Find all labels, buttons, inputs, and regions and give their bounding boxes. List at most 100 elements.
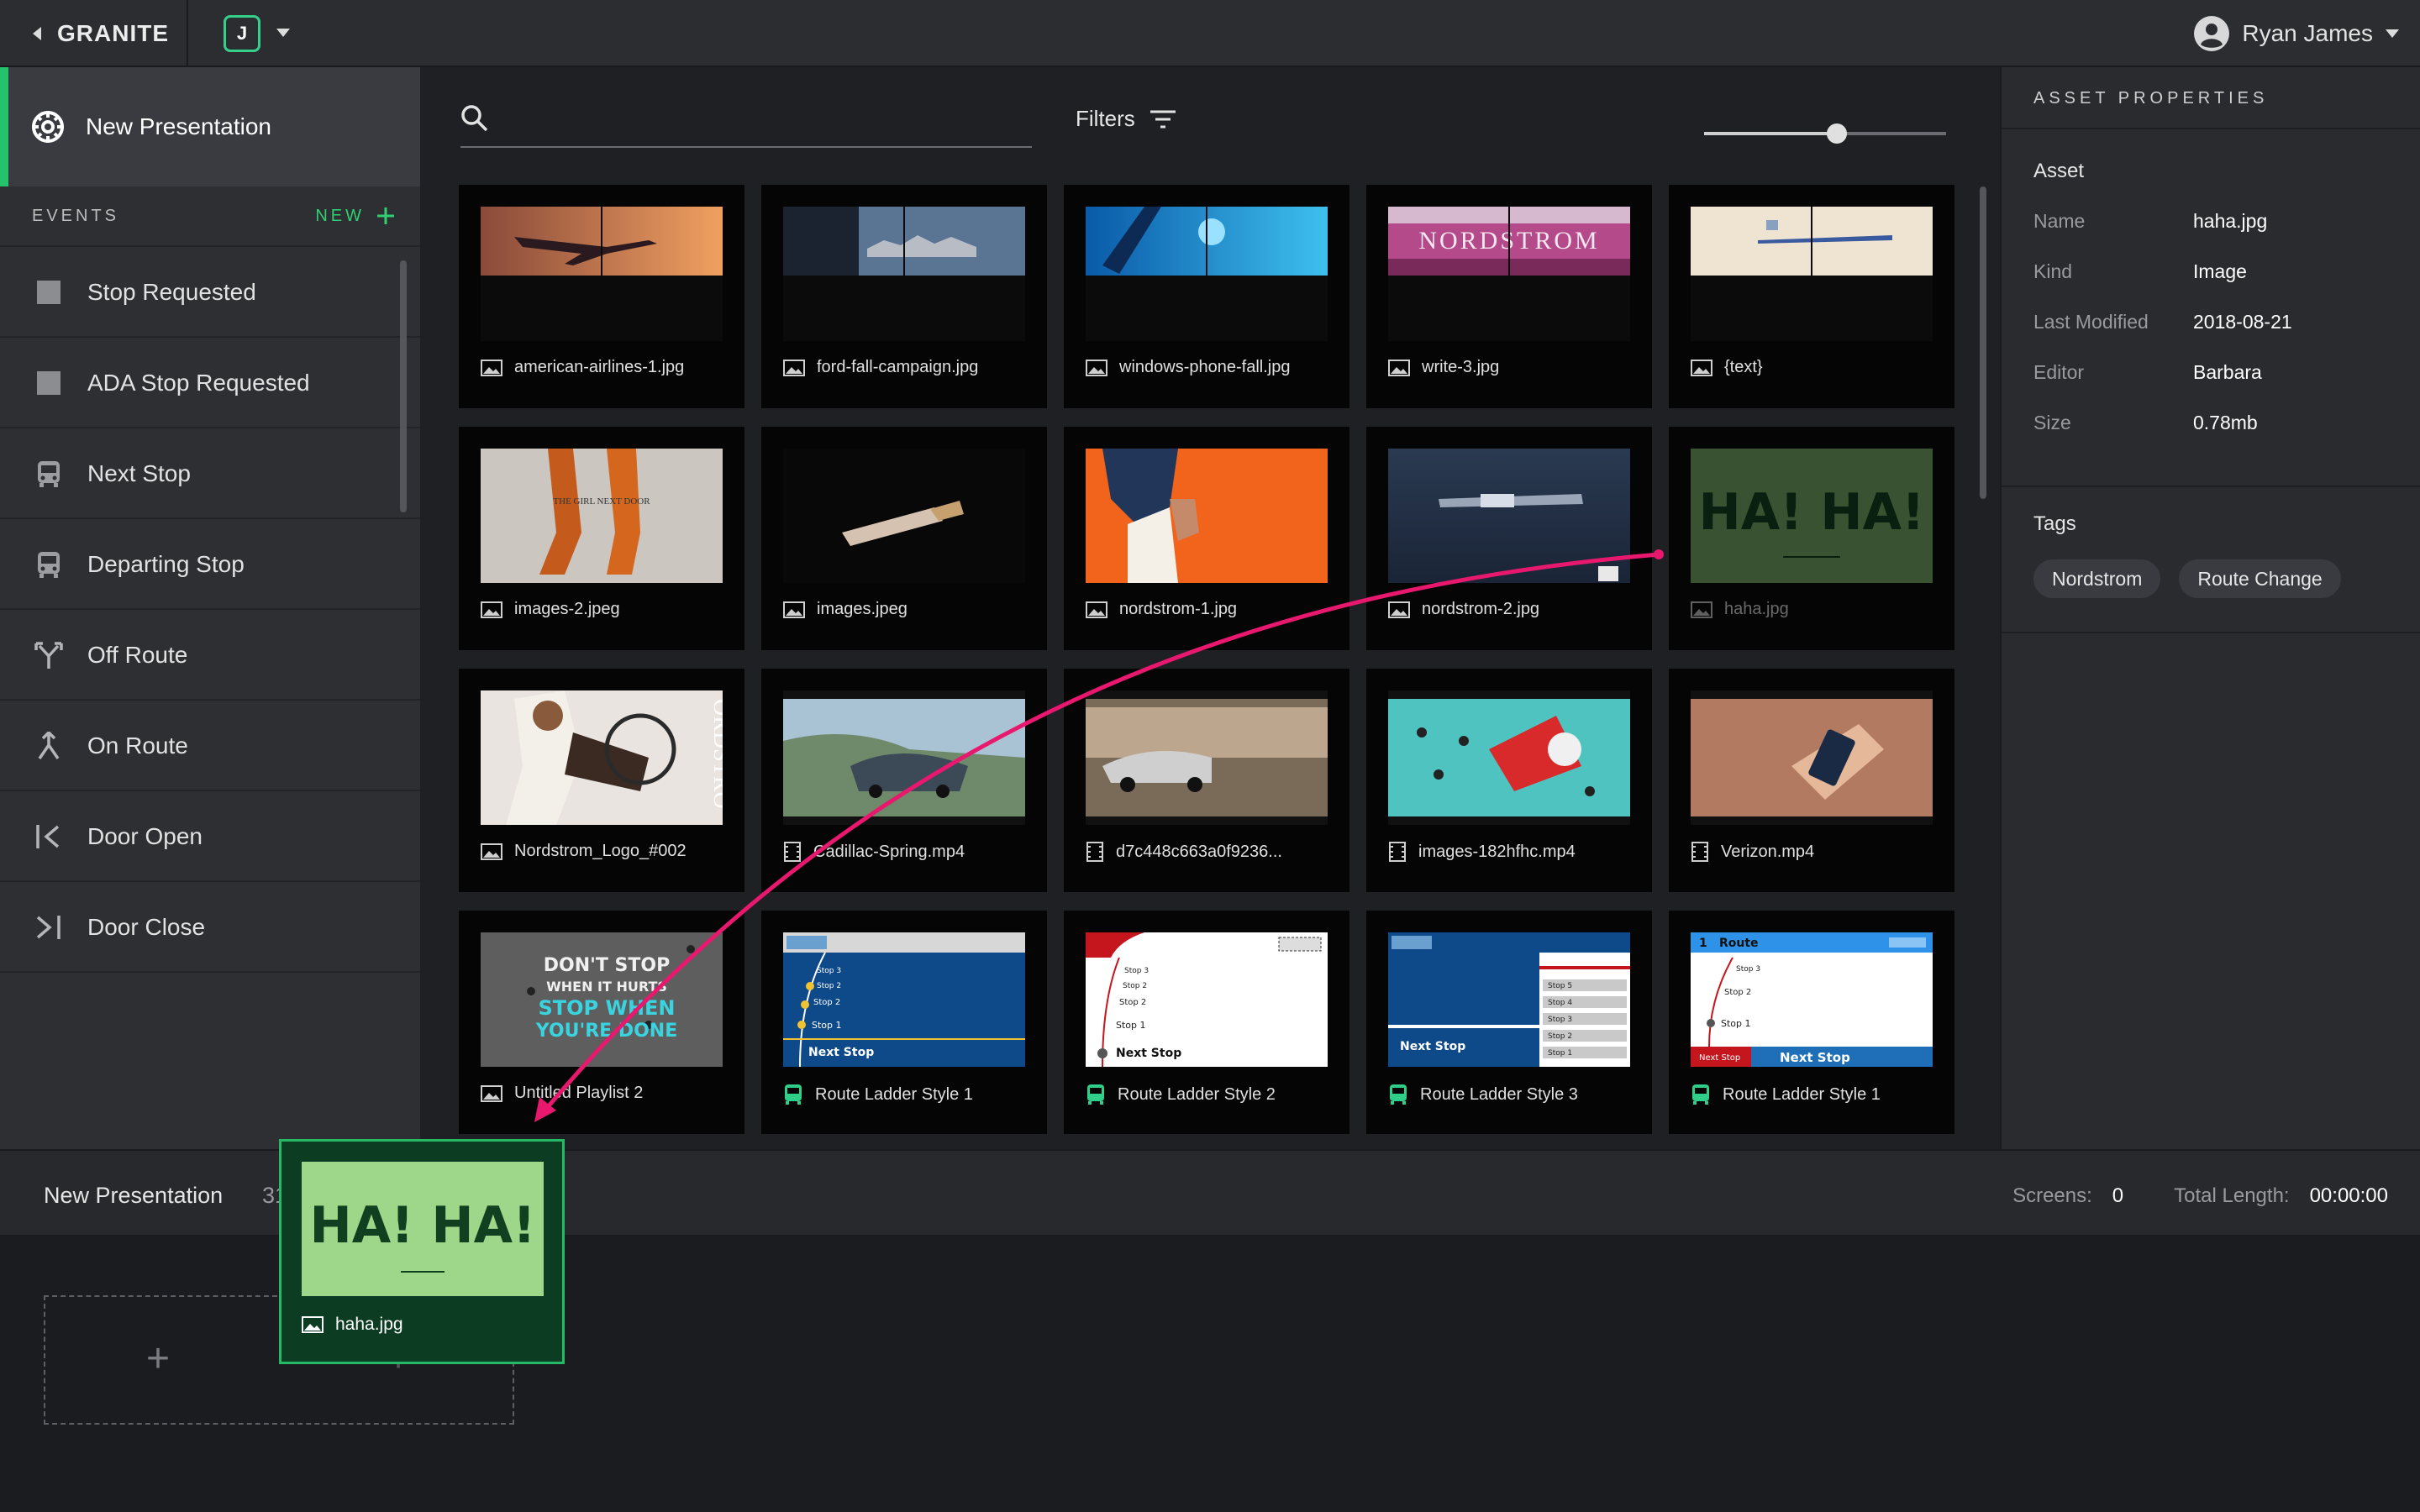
divider: [2002, 486, 2420, 487]
new-event-button[interactable]: NEW: [315, 207, 395, 226]
back-button[interactable]: [20, 17, 54, 50]
bus-icon: [785, 1084, 802, 1105]
workspace-dropdown[interactable]: [276, 27, 291, 42]
square-stop-icon: [34, 277, 64, 307]
sidebar-item-stop-requested[interactable]: Stop Requested: [0, 249, 420, 338]
tags-list: Nordstrom Route Change: [2033, 559, 2341, 598]
merge-on-route-icon: [34, 731, 64, 761]
image-icon: [1691, 601, 1712, 618]
image-icon: [481, 843, 502, 860]
panel-title: ASSET PROPERTIES: [2033, 89, 2269, 108]
asset-grid-scrollbar[interactable]: [1980, 186, 1986, 499]
svg-text:Stop 3: Stop 3: [817, 967, 841, 975]
asset-tile[interactable]: ORDSTRO Nordstrom_Logo_#002: [459, 669, 744, 892]
asset-tile[interactable]: d7c448c663a0f9236...: [1064, 669, 1349, 892]
event-label: Door Open: [87, 823, 203, 849]
asset-tile[interactable]: nordstrom-2.jpg: [1366, 427, 1652, 650]
filters-button[interactable]: Filters: [1076, 106, 1176, 132]
asset-tile[interactable]: images-182hfhc.mp4: [1366, 669, 1652, 892]
property-value: haha.jpg: [2193, 210, 2268, 232]
sidebar-item-departing-stop[interactable]: Departing Stop: [0, 521, 420, 610]
bus-icon: [1390, 1084, 1407, 1105]
asset-thumbnail: [481, 207, 723, 341]
divider: [187, 0, 188, 67]
asset-name: Verizon.mp4: [1721, 842, 1815, 861]
total-length-value: 00:00:00: [2309, 1184, 2388, 1207]
asset-tile[interactable]: {text}: [1669, 185, 1954, 408]
asset-tile[interactable]: ford-fall-campaign.jpg: [761, 185, 1047, 408]
sidebar-item-door-close[interactable]: Door Close: [0, 884, 420, 973]
sidebar-item-next-stop[interactable]: Next Stop: [0, 430, 420, 519]
sidebar-item-presentation[interactable]: New Presentation: [0, 67, 420, 186]
asset-tile-dragging[interactable]: HA! HA! haha.jpg: [1669, 427, 1954, 650]
asset-tile[interactable]: Stop 5 Stop 4 Stop 3 Stop 2 Stop 1 Next Stop …: [1366, 911, 1652, 1134]
thumb-vertical-text: ORDSTRO: [708, 699, 723, 809]
chevron-down-icon: [2386, 29, 2399, 38]
sidebar-item-off-route[interactable]: Off Route: [0, 612, 420, 701]
asset-name: Route Ladder Style 1: [815, 1084, 973, 1104]
svg-text:Next Stop: Next Stop: [808, 1046, 874, 1059]
video-icon: [1691, 842, 1708, 862]
sidebar-scrollbar[interactable]: [400, 260, 407, 512]
asset-tile[interactable]: Stop 3 Stop 2 Stop 2 Stop 1 Next Stop Route …: [1064, 911, 1349, 1134]
zoom-slider-fill: [1704, 132, 1838, 135]
image-icon: [481, 1084, 502, 1102]
thumb-haha-text: HA! HA!: [1699, 483, 1925, 542]
svg-text:Stop 1: Stop 1: [1116, 1020, 1146, 1031]
sidebar-item-door-open[interactable]: Door Open: [0, 793, 420, 882]
asset-name: haha.jpg: [1724, 600, 1789, 618]
sidebar-item-ada-stop-requested[interactable]: ADA Stop Requested: [0, 339, 420, 428]
svg-text:Route: Route: [1719, 937, 1759, 950]
workspace-badge[interactable]: J: [224, 15, 260, 52]
svg-text:Stop 2: Stop 2: [817, 982, 841, 990]
zoom-slider[interactable]: [1704, 121, 1946, 146]
asset-tile[interactable]: american-airlines-1.jpg: [459, 185, 744, 408]
tag-chip[interactable]: Route Change: [2179, 559, 2341, 598]
svg-text:Stop 1: Stop 1: [1548, 1049, 1572, 1058]
asset-tile[interactable]: DON'T STOP WHEN IT HURTS STOP WHEN YOU'RE D…: [459, 911, 744, 1134]
asset-thumbnail: Stop 5 Stop 4 Stop 3 Stop 2 Stop 1 Next Stop: [1388, 932, 1630, 1067]
property-row-last-modified: Last Modified 2018-08-21: [2033, 311, 2403, 333]
door-close-icon: [34, 912, 64, 942]
event-label: Departing Stop: [87, 551, 245, 577]
svg-text:Stop 3: Stop 3: [1736, 965, 1760, 974]
sidebar-item-on-route[interactable]: On Route: [0, 702, 420, 791]
asset-tile[interactable]: windows-phone-fall.jpg: [1064, 185, 1349, 408]
bus-icon: [1087, 1084, 1104, 1105]
search-input[interactable]: [511, 102, 1015, 139]
zoom-slider-thumb[interactable]: [1827, 123, 1848, 144]
svg-text:Stop 2: Stop 2: [1724, 988, 1751, 997]
svg-text:STOP WHEN: STOP WHEN: [538, 996, 675, 1020]
asset-thumbnail: [1086, 690, 1328, 825]
drag-ghost-thumbnail: HA! HA!: [302, 1162, 544, 1296]
divider: [2002, 632, 2420, 633]
presentation-reel-icon: [32, 111, 64, 143]
asset-thumbnail: THE GIRL NEXT DOOR: [481, 449, 723, 583]
asset-grid: american-airlines-1.jpg ford-fall-campai…: [459, 185, 1954, 1134]
property-value: 2018-08-21: [2193, 311, 2292, 333]
asset-name: ford-fall-campaign.jpg: [817, 358, 979, 376]
asset-tile[interactable]: Stop 3 Stop 2 Stop 2 Stop 1 Next Stop Route …: [761, 911, 1047, 1134]
image-icon: [783, 359, 805, 376]
svg-text:Stop 2: Stop 2: [813, 998, 840, 1007]
svg-text:Stop 2: Stop 2: [1123, 982, 1147, 990]
svg-text:Stop 3: Stop 3: [1548, 1016, 1572, 1024]
asset-tile[interactable]: Verizon.mp4: [1669, 669, 1954, 892]
asset-thumbnail: [1086, 207, 1328, 341]
asset-tile[interactable]: 1 Route Stop 3 Stop 2 Stop 1 Next Stop Next St…: [1669, 911, 1954, 1134]
drag-ghost-asset[interactable]: HA! HA! haha.jpg: [279, 1139, 565, 1364]
asset-tile[interactable]: Cadillac-Spring.mp4: [761, 669, 1047, 892]
user-menu[interactable]: Ryan James: [2193, 13, 2400, 54]
image-icon: [1086, 359, 1107, 376]
asset-tile[interactable]: THE GIRL NEXT DOOR images-2.jpeg: [459, 427, 744, 650]
asset-tile[interactable]: nordstrom-1.jpg: [1064, 427, 1349, 650]
asset-thumbnail: Stop 3 Stop 2 Stop 2 Stop 1 Next Stop: [783, 932, 1025, 1067]
video-icon: [1086, 842, 1103, 862]
tag-chip[interactable]: Nordstrom: [2033, 559, 2161, 598]
asset-tile[interactable]: images.jpeg: [761, 427, 1047, 650]
user-avatar-icon: [2194, 16, 2230, 51]
bus-icon: [34, 459, 64, 489]
svg-text:Next Stop: Next Stop: [1116, 1047, 1181, 1060]
asset-tile[interactable]: NORDSTROM write-3.jpg: [1366, 185, 1652, 408]
svg-text:Stop 2: Stop 2: [1548, 1032, 1572, 1041]
